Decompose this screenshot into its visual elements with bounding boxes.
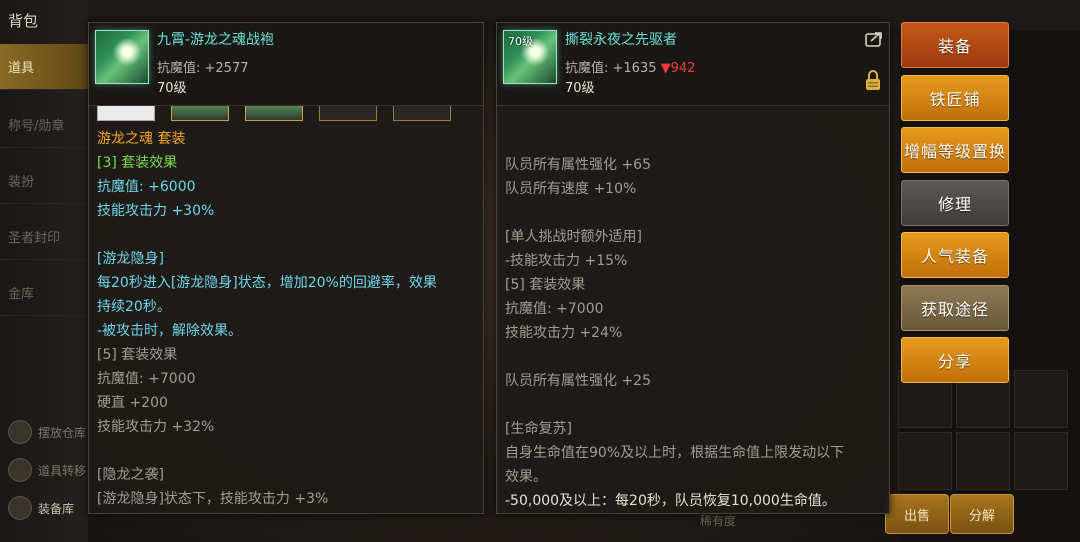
set-piece-icon (393, 105, 451, 121)
item-icon (95, 30, 149, 84)
tab-titles[interactable]: 称号/勋章 (0, 102, 88, 148)
blacksmith-button[interactable]: 铁匠铺 (901, 74, 1009, 121)
repair-button[interactable]: 修理 (901, 179, 1009, 226)
description-line (505, 393, 883, 417)
storage-icon (8, 420, 32, 444)
tab-avatar[interactable]: 装扮 (0, 158, 88, 204)
description-line: [生命复苏] (505, 421, 572, 437)
description-line: 游龙之魂 套装 (97, 131, 186, 147)
description-line: [5] 套装效果 (97, 347, 178, 363)
tooltip-header: 70级 撕裂永夜之先驱者 抗魔值: +1635 ▼942 70级 (497, 23, 889, 106)
equip-button[interactable]: 装备 (901, 22, 1009, 68)
equipment-library-button[interactable]: 装备库 (8, 496, 74, 520)
description-line: 抗魔值: +7000 (505, 301, 604, 317)
sell-button[interactable]: 出售 (885, 494, 949, 534)
description-line (97, 439, 477, 463)
decompose-label: 分解 (968, 508, 995, 524)
item-icon: 70级 (503, 30, 557, 84)
description-line: 抗魔值: +6000 (97, 179, 196, 195)
item-description: 游龙之魂 套装 [3] 套装效果抗魔值: +6000 技能攻击力 +30% [游龙隐身… (97, 127, 477, 511)
set-piece-icon (97, 105, 155, 121)
description-line: 技能攻击力 +30% (97, 203, 215, 219)
item-stat: 抗魔值: +2577 (157, 61, 249, 76)
share-icon[interactable] (865, 31, 883, 47)
description-line: 每20秒进入[游龙隐身]状态，增加20%的回避率，效果 (97, 275, 437, 291)
description-line: 队员所有速度 +10% (505, 181, 637, 197)
item-icon-level: 70级 (508, 35, 533, 48)
storage-label: 摆放仓库 (38, 425, 87, 440)
sell-label: 出售 (903, 508, 930, 524)
equipment-library-label: 装备库 (38, 501, 75, 516)
acquisition-button[interactable]: 获取途径 (901, 284, 1009, 331)
description-line (97, 223, 477, 247)
item-description: 队员所有属性强化 +65 队员所有速度 +10% [单人挑战时额外适用] -技能攻击力… (505, 105, 883, 513)
equipment-library-icon (8, 496, 32, 520)
inventory-title: 背包 (8, 12, 39, 30)
equipped-item-tooltip: 九霄-游龙之魂战袍 抗魔值: +2577 70级 游龙之魂 套装 [3] 套装效果… (88, 22, 484, 514)
popular-equipment-button[interactable]: 人气装备 (901, 232, 1009, 278)
item-level: 70级 (565, 81, 595, 96)
transfer-icon (8, 458, 32, 482)
description-line: 队员所有属性强化 +65 (505, 157, 651, 173)
item-name: 撕裂永夜之先驱者 (565, 32, 677, 48)
description-line (505, 105, 883, 129)
decompose-button[interactable]: 分解 (950, 494, 1014, 534)
tooltip-header: 九霄-游龙之魂战袍 抗魔值: +2577 70级 (89, 23, 483, 106)
description-line: 抗魔值: +7000 (97, 371, 196, 387)
set-piece-icon (171, 105, 229, 121)
description-line: 持续20秒。 (97, 299, 171, 315)
item-name: 九霄-游龙之魂战袍 (157, 32, 275, 48)
description-line: 硬直 +200 (97, 395, 168, 411)
description-line: [隐龙之袭] (97, 467, 164, 483)
set-piece-icon (319, 105, 377, 121)
compare-item-tooltip: 70级 撕裂永夜之先驱者 抗魔值: +1635 ▼942 70级 队员所有属性强… (496, 22, 890, 514)
item-level: 70级 (157, 81, 187, 96)
description-line (505, 345, 883, 369)
description-line: -技能攻击力 +15% (505, 253, 628, 269)
description-line: -被攻击时，解除效果。 (97, 323, 243, 339)
inventory-grid (898, 370, 1068, 490)
tab-vault[interactable]: 金库 (0, 270, 88, 316)
description-line: [游龙隐身]状态下，技能攻击力 +3% (97, 491, 329, 507)
item-stat-value: 抗魔值: +1635 (565, 61, 657, 76)
description-line: 效果。 (505, 469, 547, 485)
description-line: 技能攻击力 +32% (97, 419, 215, 435)
description-line: 自身生命值在90%及以上时，根据生命值上限发动以下 (505, 445, 845, 461)
storage-button[interactable]: 摆放仓库 (8, 420, 86, 444)
description-line (505, 129, 883, 153)
amplify-swap-button[interactable]: 增幅等级置换 (901, 127, 1009, 173)
stat-diff: ▼942 (660, 61, 696, 76)
inventory-sidebar: 背包 道具 称号/勋章 装扮 圣者封印 金库 摆放仓库 道具转移 装备库 (0, 0, 89, 542)
description-line: [游龙隐身] (97, 251, 164, 267)
set-item-icons (97, 105, 451, 123)
description-line: [5] 套装效果 (505, 277, 586, 293)
rarity-filter[interactable]: 稀有度 (700, 512, 736, 529)
transfer-button[interactable]: 道具转移 (8, 458, 86, 482)
description-line: [单人挑战时额外适用] (505, 229, 642, 245)
description-line: 技能攻击力 +24% (505, 325, 623, 341)
description-line: 队员所有属性强化 +25 (505, 373, 651, 389)
item-stat: 抗魔值: +1635 ▼942 (565, 57, 695, 76)
set-piece-icon (245, 105, 303, 121)
description-line (505, 201, 883, 225)
transfer-label: 道具转移 (38, 463, 87, 478)
tab-seal[interactable]: 圣者封印 (0, 214, 88, 260)
description-line: -50,000及以上：每20秒，队员恢复10,000生命值。 (505, 493, 836, 509)
share-button[interactable]: 分享 (901, 337, 1009, 383)
tab-items[interactable]: 道具 (0, 44, 88, 90)
lock-icon[interactable] (865, 69, 881, 91)
description-line: [3] 套装效果 (97, 155, 178, 171)
